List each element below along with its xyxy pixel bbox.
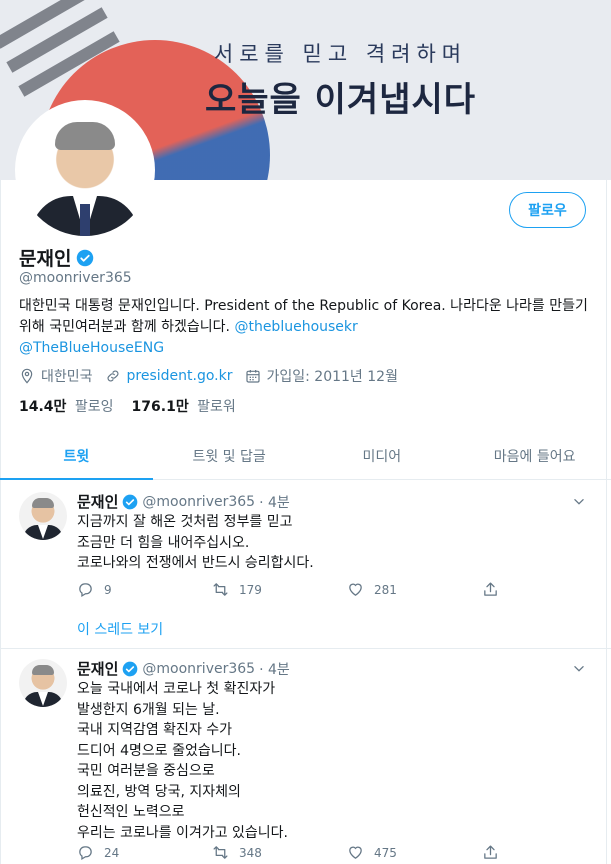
retweet-action[interactable]: 179	[212, 581, 347, 598]
retweet-count: 179	[239, 582, 262, 597]
like-count: 475	[374, 845, 397, 860]
reply-count: 9	[104, 582, 112, 597]
tweet-author-handle[interactable]: @moonriver365	[142, 661, 255, 677]
like-action[interactable]: 281	[347, 581, 482, 598]
tweet-item[interactable]: 문재인 @moonriver365 · 4분 지금까지 잘 해온 것처럼 정부를…	[0, 481, 611, 648]
link-icon	[107, 370, 119, 382]
retweet-action[interactable]: 348	[212, 844, 347, 861]
reply-count: 24	[104, 845, 120, 860]
location-text: 대한민국	[41, 369, 93, 385]
following-count: 14.4만	[19, 399, 67, 415]
profile-avatar[interactable]	[15, 100, 155, 240]
tweet-actions: 24 348 475	[77, 844, 611, 861]
followers-label: 팔로워	[197, 399, 236, 415]
joined-date: 가입일: 2011년 12월	[266, 369, 398, 385]
tab-likes[interactable]: 마음에 들어요	[458, 432, 611, 479]
follow-button[interactable]: 팔로우	[509, 192, 586, 228]
bio-text-line1: 대한민국 대통령 문재인입니다. President of the Republ…	[19, 298, 532, 314]
reply-icon	[79, 846, 92, 861]
profile-joined: 가입일: 2011년 12월	[245, 366, 398, 386]
calendar-icon	[245, 370, 260, 383]
tweet-actions: 9 179 281	[77, 581, 611, 598]
heart-icon	[349, 846, 362, 859]
profile-website[interactable]: president.go.kr	[105, 368, 233, 384]
profile-handle: @moonriver365	[19, 270, 132, 286]
following-stat[interactable]: 14.4만 팔로잉	[19, 396, 114, 416]
tweet-timestamp[interactable]: · 4분	[259, 659, 290, 679]
tweet-author-name[interactable]: 문재인	[77, 658, 118, 679]
tweet-header: 문재인 @moonriver365 · 4분	[77, 491, 290, 512]
tweet-header: 문재인 @moonriver365 · 4분	[77, 658, 290, 679]
profile-meta: 대한민국 president.go.kr 가입일: 2011년 12월	[19, 366, 410, 386]
tab-tweets[interactable]: 트윗	[0, 432, 153, 480]
following-label: 팔로잉	[74, 399, 114, 415]
followers-count: 176.1만	[131, 399, 189, 415]
mention-link[interactable]: @thebluehousekr	[234, 319, 357, 335]
profile-name-row: 문재인	[19, 244, 94, 271]
tweet-author-handle[interactable]: @moonriver365	[142, 494, 255, 510]
share-icon	[484, 582, 497, 596]
retweet-count: 348	[239, 845, 262, 860]
verified-badge-icon	[123, 494, 138, 509]
banner-headline: 서로를 믿고 격려하며	[213, 42, 468, 66]
verified-badge-icon	[77, 249, 94, 266]
website-link[interactable]: president.go.kr	[127, 368, 233, 384]
tweet-item[interactable]: 문재인 @moonriver365 · 4분 오늘 국내에서 코로나 첫 확진자…	[0, 649, 611, 864]
profile-tabs: 트윗 트윗 및 답글 미디어 마음에 들어요	[0, 432, 611, 480]
like-count: 281	[374, 582, 397, 597]
tweet-author-name[interactable]: 문재인	[77, 491, 118, 512]
tweet-avatar[interactable]	[19, 492, 67, 540]
share-action[interactable]	[482, 844, 611, 861]
share-action[interactable]	[482, 581, 611, 598]
profile-stats: 14.4만 팔로잉 176.1만 팔로워	[19, 396, 254, 416]
location-pin-icon	[21, 368, 33, 384]
tweet-timestamp[interactable]: · 4분	[259, 492, 290, 512]
followers-stat[interactable]: 176.1만 팔로워	[132, 396, 236, 416]
show-thread-link[interactable]: 이 스레드 보기	[77, 619, 163, 639]
verified-badge-icon	[123, 661, 138, 676]
tab-tweets-and-replies[interactable]: 트윗 및 답글	[153, 432, 306, 479]
tweet-text: 지금까지 잘 해온 것처럼 정부를 믿고 조금만 더 힘을 내어주십시오. 코로…	[77, 514, 314, 571]
reply-icon	[79, 583, 92, 598]
profile-name: 문재인	[19, 248, 72, 270]
share-icon	[484, 845, 497, 859]
reply-action[interactable]: 24	[77, 844, 212, 861]
mention-link[interactable]: @TheBlueHouseENG	[19, 340, 164, 356]
retweet-icon	[213, 846, 228, 859]
profile-bio: 대한민국 대통령 문재인입니다. President of the Republ…	[19, 296, 591, 359]
chevron-down-icon[interactable]	[572, 495, 586, 509]
reply-action[interactable]: 9	[77, 581, 212, 598]
chevron-down-icon[interactable]	[572, 662, 586, 676]
heart-icon	[349, 583, 362, 596]
tweet-avatar[interactable]	[19, 659, 67, 707]
retweet-icon	[213, 583, 228, 596]
profile-location: 대한민국	[19, 366, 93, 386]
tab-media[interactable]: 미디어	[306, 432, 459, 479]
tweet-text: 오늘 국내에서 코로나 첫 확진자가 발생한지 6개월 되는 날. 국내 지역감…	[77, 681, 288, 841]
like-action[interactable]: 475	[347, 844, 482, 861]
